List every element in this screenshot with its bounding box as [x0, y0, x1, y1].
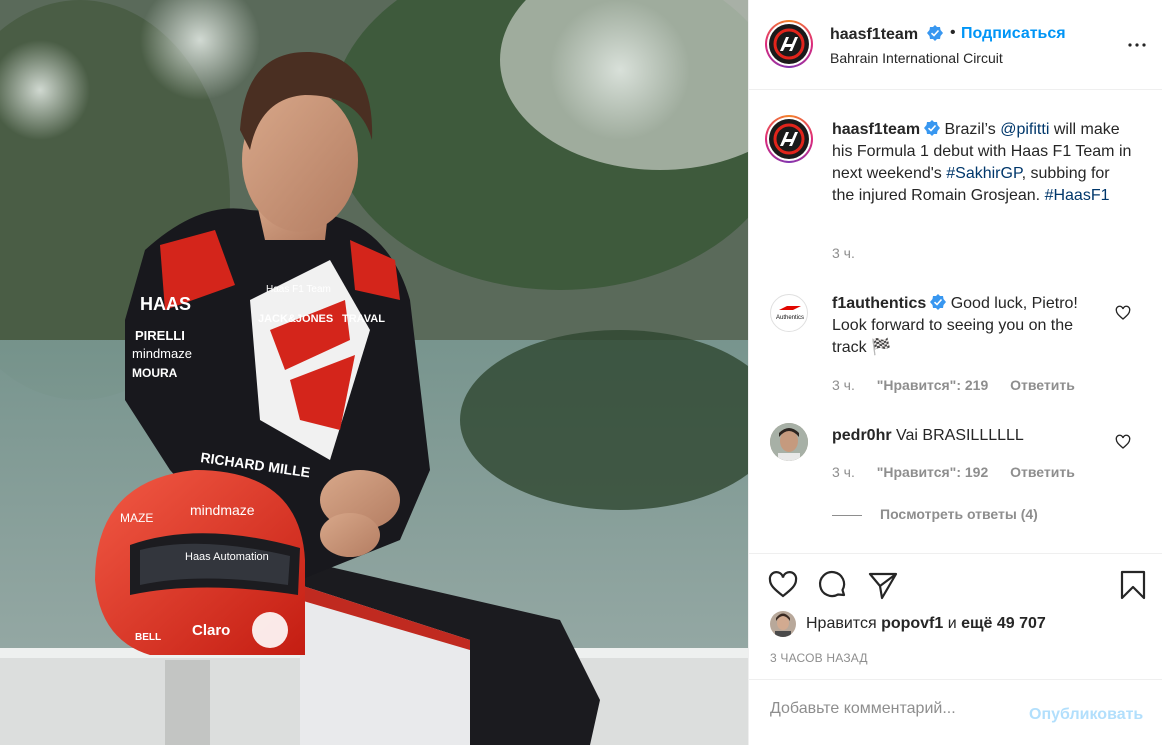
publish-button[interactable]: Опубликовать: [1029, 706, 1143, 724]
comment-like-count[interactable]: "Нравится": 219: [877, 377, 988, 393]
verified-badge-icon: [924, 120, 941, 136]
suit-logo-jackjones: JACK&JONES: [258, 313, 333, 325]
likes-middle: и: [947, 615, 957, 632]
reply-button[interactable]: Ответить: [1010, 464, 1075, 480]
suit-logo-moura: MOURA: [132, 366, 178, 380]
comment-like-heart-icon[interactable]: [1115, 434, 1131, 450]
likes-prefix: Нравится: [806, 615, 877, 632]
comment-time[interactable]: 3 ч.: [832, 377, 855, 393]
comment-username[interactable]: pedr0hr: [832, 427, 892, 444]
comment-time[interactable]: 3 ч.: [832, 464, 855, 480]
comment-avatar[interactable]: Authentics: [770, 294, 808, 332]
caption-username[interactable]: haasf1team: [832, 121, 920, 138]
add-comment-bar: Опубликовать: [749, 679, 1162, 745]
reply-button[interactable]: Ответить: [1010, 377, 1075, 393]
helmet-logo-mindmaze: mindmaze: [190, 502, 255, 518]
caption-text: haasf1team Brazil’s @pifitti will make h…: [832, 119, 1132, 207]
comment-like-heart-icon[interactable]: [1115, 305, 1131, 321]
mention-link[interactable]: @pifitti: [1000, 121, 1049, 138]
suit-logo-pirelli: PIRELLI: [135, 328, 185, 343]
post-actions-bar: [749, 553, 1162, 613]
liker-photo-icon: [770, 611, 796, 637]
comment-body: Vai BRASILLLLLL: [896, 427, 1024, 444]
suit-logo-haasf1: Haas F1 Team: [266, 284, 331, 295]
post-side-panel: haasf1team • Подписаться Bahrain Interna…: [748, 0, 1162, 745]
location-link[interactable]: Bahrain International Circuit: [830, 50, 1003, 66]
likes-count-link[interactable]: ещё 49 707: [961, 615, 1046, 632]
view-replies-button[interactable]: Посмотреть ответы (4): [832, 506, 1038, 522]
liker-avatar[interactable]: [770, 611, 796, 637]
comment-text: f1authentics Good luck, Pietro! Look for…: [832, 293, 1112, 359]
helmet-logo-claro: Claro: [192, 622, 230, 639]
follow-button[interactable]: Подписаться: [961, 25, 1066, 43]
user-photo-icon: [770, 423, 808, 461]
suit-logo-haas: HAAS: [140, 294, 191, 314]
helmet-logo-haas-automation: Haas Automation: [185, 551, 269, 563]
suit-logo-mindmaze: mindmaze: [132, 346, 192, 361]
comment-input[interactable]: [770, 700, 1020, 718]
hashtag-link-sakhirgp[interactable]: #SakhirGP: [946, 165, 1021, 182]
helmet-logo-bell: BELL: [135, 632, 161, 643]
verified-badge-icon: [930, 294, 947, 310]
comment-like-count[interactable]: "Нравится": 192: [877, 464, 988, 480]
save-bookmark-icon[interactable]: [1117, 569, 1149, 601]
caption-timestamp[interactable]: 3 ч.: [832, 245, 855, 261]
haas-logo-icon: [773, 28, 805, 60]
comment-avatar[interactable]: [770, 423, 808, 461]
header-username[interactable]: haasf1team: [830, 25, 943, 44]
hashtag-link-haasf1[interactable]: #HaasF1: [1045, 187, 1110, 204]
header-username-text[interactable]: haasf1team: [830, 26, 918, 43]
header-separator: •: [950, 24, 956, 41]
instagram-post: HAAS PIRELLI mindmaze MOURA JACK&JONES T…: [0, 0, 1162, 745]
replies-divider-line: [832, 514, 862, 516]
comment-meta: 3 ч. "Нравится": 219 Ответить: [832, 377, 1093, 393]
suit-logo-traval: TRAVAL: [342, 313, 385, 325]
f1-authentics-logo-text: Authentics: [776, 315, 804, 321]
caption-body-1: Brazil’s: [944, 121, 996, 138]
comment-bubble-icon[interactable]: [817, 569, 849, 601]
view-replies-label[interactable]: Посмотреть ответы (4): [880, 506, 1038, 522]
liker-username[interactable]: popovf1: [881, 615, 943, 632]
post-timestamp[interactable]: 3 ЧАСОВ НАЗАД: [770, 651, 868, 665]
helmet-logo-maze: MAZE: [120, 511, 153, 525]
comment-text: pedr0hr Vai BRASILLLLLL: [832, 425, 1112, 447]
haas-logo-icon: [773, 123, 805, 155]
verified-badge-icon: [926, 25, 943, 41]
share-paper-plane-icon[interactable]: [867, 569, 899, 601]
f1-authentics-logo-icon: Authentics: [776, 306, 804, 321]
photo-illustration: HAAS PIRELLI mindmaze MOURA JACK&JONES T…: [0, 0, 748, 745]
likes-text: Нравится popovf1 и ещё 49 707: [806, 615, 1046, 633]
like-heart-icon[interactable]: [767, 569, 799, 601]
comment-username[interactable]: f1authentics: [832, 295, 926, 312]
comment-meta: 3 ч. "Нравится": 192 Ответить: [832, 464, 1093, 480]
post-photo[interactable]: HAAS PIRELLI mindmaze MOURA JACK&JONES T…: [0, 0, 748, 745]
caption-avatar[interactable]: [765, 115, 813, 163]
more-options-icon[interactable]: [1125, 33, 1149, 57]
post-header: haasf1team • Подписаться Bahrain Interna…: [749, 0, 1162, 90]
profile-avatar[interactable]: [765, 20, 813, 68]
